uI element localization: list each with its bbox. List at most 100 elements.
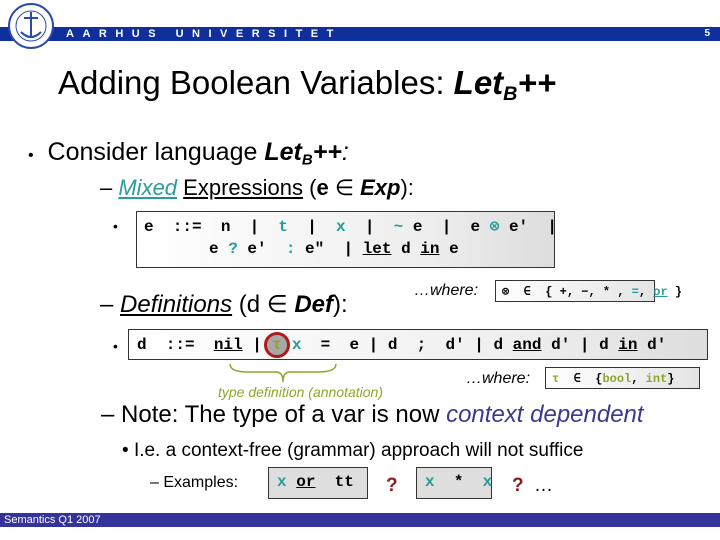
code-token: e′ | [499,218,557,236]
consider-lang-sub: B [301,151,313,169]
consider-text: Consider language [47,138,265,166]
slide-number: 5 [704,28,710,39]
bullet-dot: • [28,147,34,164]
code-token: e″ | [295,240,363,258]
def-grammar-after: x = e | d ; d′ | d and d′ | d in d′ [292,336,666,354]
code-token: x [277,473,287,491]
title-text: Adding Boolean Variables: [58,64,454,101]
paren-close: ): [333,291,348,318]
code-token: | [345,218,394,236]
code-token: e [439,240,459,258]
code-token: x [336,218,346,236]
code-token: int [645,372,668,386]
def-set: Def [294,291,334,318]
code-token: e [209,240,229,258]
code-token: , [638,285,654,299]
ops-where-label: …where: [414,282,479,299]
code-token: t [278,218,289,236]
expressions-label: Expressions [183,175,304,200]
code-token: in [420,240,440,258]
code-token: ? [228,240,238,258]
dash: – [100,291,121,318]
code-token: = e | d ; d′ | d [301,336,513,354]
code-token: let [362,240,392,258]
definition-grammar-box: d ::= nil | τ x = e | d ; d′ | d and d′ | … [128,329,708,360]
note-text: – Note: The type of a var is now context… [101,401,644,429]
type-annotation-label: type definition (annotation) [218,384,383,400]
ellipsis: … [534,475,553,496]
code-token: d′ [637,336,667,354]
code-token: x [425,473,435,491]
exp-grammar-line-2: e ? e′ : e″ | let d in e [209,240,459,258]
tau-highlight-circle: τ [263,331,290,358]
exp-grammar-line-1: e ::= n | t | x | ~ e | e ⊗ e′ | [144,216,557,236]
dash: – [100,175,119,200]
note-emphasis: context dependent [446,401,644,428]
university-name: AARHUS UNIVERSITET [66,28,342,40]
code-token: : [285,240,296,258]
types-box: τ ∈ {bool, int} [545,367,700,389]
question-mark: ? [386,475,398,496]
footer-band [0,513,720,527]
operators-box: ⊗ ∈ { +, −, * , =, or } [495,280,682,302]
code-token: } [667,285,683,299]
code-token: | [288,218,337,236]
title-lang: Let [453,64,504,101]
paren-close: ): [400,175,414,200]
mixed-link[interactable]: Mixed [118,175,177,200]
bullet-consider: • Consider language LetB++: [28,138,349,169]
definitions-label: Definitions [120,291,233,318]
consider-lang-suffix: ++ [312,138,342,166]
code-token: x [291,336,302,354]
bullet-dot: • [122,440,134,461]
exp-var: e [316,175,329,200]
code-token: ∈ { [559,372,603,386]
ie-text: I.e. a context-free (grammar) approach w… [133,440,584,461]
code-token: ⊗ ∈ { +, −, * , [502,285,632,299]
question-mark: ? [512,475,524,496]
code-token: | [242,336,262,354]
bullet-dot: • [113,338,118,354]
code-token: * [434,473,483,491]
code-token: nil [213,336,243,354]
code-token: e′ [237,240,286,258]
types-where-label: …where: [466,370,531,387]
title-lang-sub: B [503,82,518,105]
university-seal-icon [8,3,54,49]
elem-symbol: ∈ [328,175,361,200]
code-token: d′ | d [541,336,619,354]
subbullet-expressions: – Mixed Expressions (e ∈ Exp): [100,175,414,201]
code-token: tt [315,473,354,491]
code-token: , [631,372,646,386]
code-token: = [631,285,639,299]
code-token: or [296,473,316,491]
slide-title: Adding Boolean Variables: LetB++ [58,64,556,106]
code-token: d ::= [137,336,214,354]
code-token: e ::= n | [144,218,279,236]
code-token: and [512,336,542,354]
expression-grammar-box: e ::= n | t | x | ~ e | e ⊗ e′ | e ? e′ … [136,211,557,268]
underbrace-icon [229,363,337,383]
elem-symbol: ∈ [260,291,295,318]
exp-set: Exp [360,175,401,200]
paren-open: ( [303,175,317,200]
consider-colon: : [341,138,349,166]
title-lang-suffix: ++ [517,64,557,101]
bullet-dot: • [113,218,118,234]
example-box-times: x * x [416,467,492,499]
examples-label: – Examples: [150,474,239,491]
code-token: bool [602,372,632,386]
consider-lang: Let [264,138,302,166]
code-token: in [618,336,638,354]
subbullet-definitions: – Definitions (d ∈ Def): [100,290,348,319]
note-main: – Note: The type of a var is now [101,401,447,428]
code-token: } [667,372,675,386]
footer-text: Semantics Q1 2007 [4,514,101,526]
ie-bullet: • I.e. a context-free (grammar) approach… [122,440,583,462]
code-token: x [482,473,493,491]
code-token: ~ [393,218,404,236]
code-token: d [391,240,421,258]
example-box-or: x or tt [268,467,368,499]
paren-open: (d [232,291,261,318]
